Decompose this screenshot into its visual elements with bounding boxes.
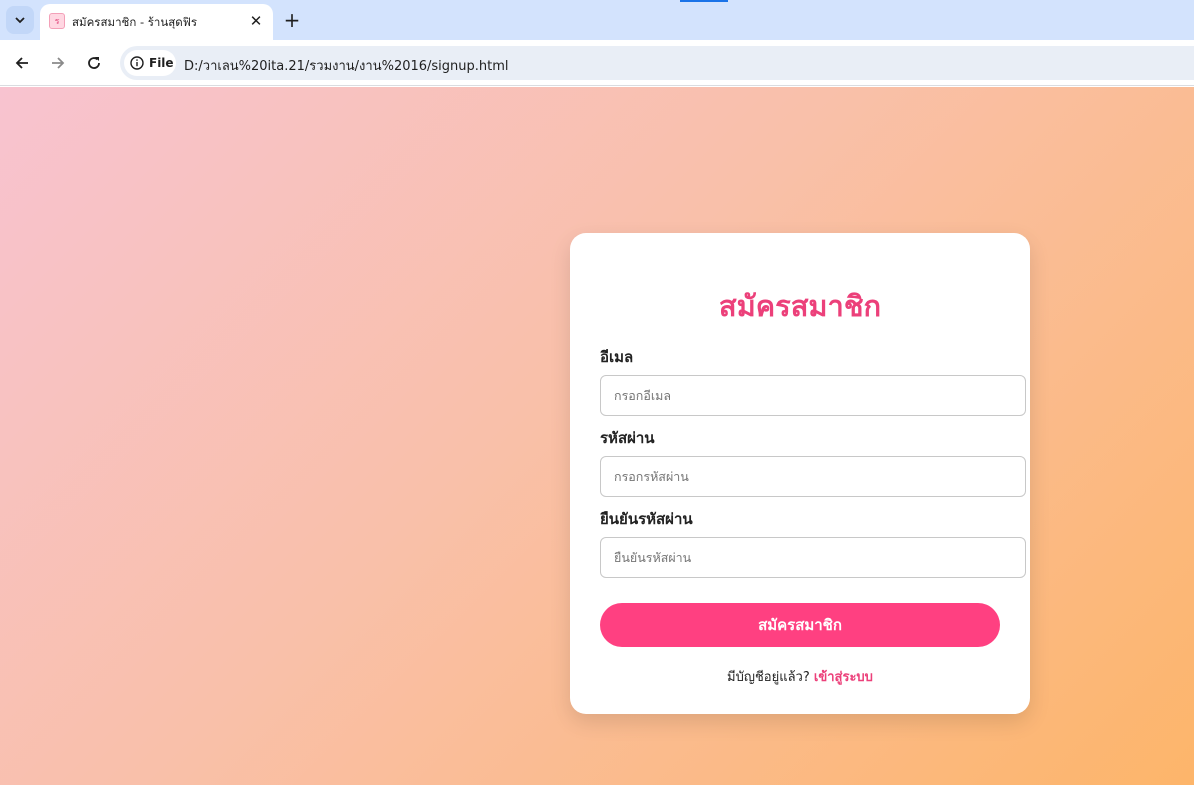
tab-title: สมัครสมาชิก - ร้านสุดฟิร	[72, 15, 198, 29]
tab-close-icon[interactable]: ✕	[247, 12, 265, 30]
file-chip-label: File	[149, 56, 174, 70]
email-label: อีเมล	[600, 348, 634, 366]
tab-strip: ร สมัครสมาชิก - ร้านสุดฟิร ✕ +	[0, 0, 1194, 40]
page-title: สมัครสมาชิก	[718, 289, 882, 323]
browser-toolbar: File D:/วาเลน%20ita.21/รวมงาน/งาน%2016/s…	[0, 40, 1194, 86]
url-text[interactable]: D:/วาเลน%20ita.21/รวมงาน/งาน%2016/signup…	[184, 55, 509, 76]
login-link[interactable]: เข้าสู่ระบบ	[814, 670, 873, 685]
confirm-password-label: ยืนยันรหัสผ่าน	[600, 510, 693, 528]
confirm-password-field[interactable]	[600, 537, 1026, 578]
browser-tab-active[interactable]: ร สมัครสมาชิก - ร้านสุดฟิร ✕	[40, 4, 273, 40]
info-icon	[130, 56, 144, 70]
email-field[interactable]	[600, 375, 1026, 416]
chevron-down-icon	[15, 17, 25, 24]
tab-loading-indicator	[680, 0, 728, 2]
address-bar[interactable]: File D:/วาเลน%20ita.21/รวมงาน/งาน%2016/s…	[120, 46, 1194, 80]
reload-button[interactable]	[81, 50, 107, 76]
tab-search-button[interactable]	[6, 6, 34, 34]
password-label: รหัสผ่าน	[600, 429, 655, 447]
signup-submit-button[interactable]: สมัครสมาชิก	[600, 603, 1000, 647]
arrow-right-icon	[52, 57, 65, 69]
login-prompt: มีบัญชีอยู่แล้ว? เข้าสู่ระบบ	[570, 666, 1030, 687]
forward-button[interactable]	[45, 50, 71, 76]
have-account-text: มีบัญชีอยู่แล้ว?	[727, 670, 810, 685]
arrow-left-icon	[15, 57, 28, 69]
new-tab-button[interactable]: +	[280, 8, 304, 32]
password-field[interactable]	[600, 456, 1026, 497]
page-favicon-icon: ร	[49, 13, 65, 29]
back-button[interactable]	[9, 50, 35, 76]
reload-icon	[88, 57, 100, 69]
site-info-chip[interactable]: File	[124, 50, 176, 76]
page-viewport: สมัครสมาชิก อีเมล รหัสผ่าน ยืนยันรหัสผ่า…	[0, 87, 1194, 785]
signup-card: สมัครสมาชิก อีเมล รหัสผ่าน ยืนยันรหัสผ่า…	[570, 233, 1030, 714]
